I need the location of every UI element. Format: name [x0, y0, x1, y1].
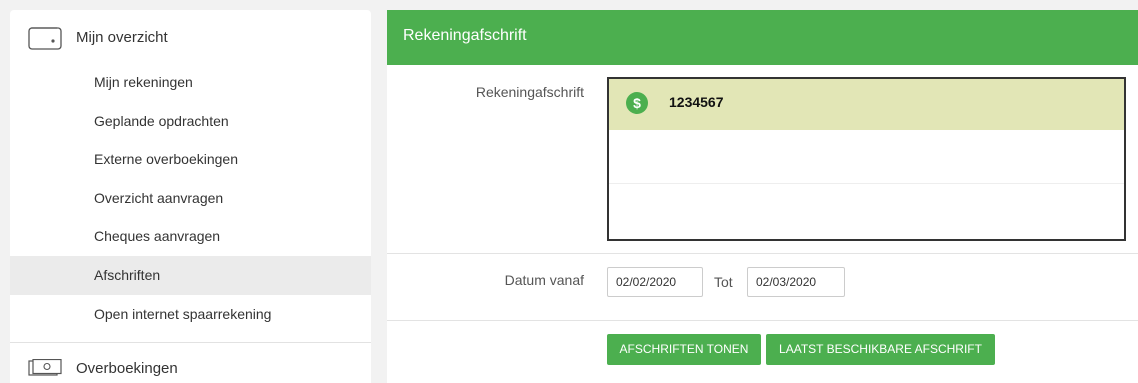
sidebar-footer-label: Overboekingen — [76, 360, 178, 377]
statement-panel: Rekeningafschrift Rekeningafschrift $ 12… — [387, 10, 1138, 383]
wallet-icon — [28, 27, 62, 50]
sidebar-header-mijn-overzicht[interactable]: Mijn overzicht — [10, 10, 371, 63]
panel-title: Rekeningafschrift — [387, 10, 1138, 65]
date-from-input[interactable]: 02/02/2020 — [607, 267, 703, 297]
dollar-icon: $ — [626, 92, 648, 114]
date-to-input[interactable]: 02/03/2020 — [747, 267, 845, 297]
sidebar-item-externe-overboekingen[interactable]: Externe overboekingen — [10, 140, 371, 179]
sidebar-header-overboekingen[interactable]: Overboekingen — [10, 343, 371, 383]
account-row[interactable]: $ 1234567 — [609, 79, 1124, 130]
sidebar-item-label: Cheques aanvragen — [94, 228, 221, 245]
money-icon — [28, 359, 62, 376]
show-statements-button[interactable]: AFSCHRIFTEN TONEN — [607, 334, 761, 365]
date-to-label: Tot — [714, 274, 733, 290]
latest-statement-button[interactable]: LAATST BESCHIKBARE AFSCHRIFT — [766, 334, 995, 365]
account-list[interactable]: $ 1234567 — [607, 77, 1126, 241]
sidebar-item-cheques-aanvragen[interactable]: Cheques aanvragen — [10, 217, 371, 256]
sidebar-item-open-internet-spaarrekening[interactable]: Open internet spaarrekening — [10, 295, 371, 334]
account-number: 1234567 — [669, 94, 724, 110]
sidebar-item-mijn-rekeningen[interactable]: Mijn rekeningen — [10, 63, 371, 102]
sidebar-item-label: Geplande opdrachten — [94, 112, 229, 129]
sidebar: Mijn overzicht Mijn rekeningen Geplande … — [10, 10, 371, 383]
account-list-divider — [609, 183, 1124, 184]
sidebar-item-overzicht-aanvragen[interactable]: Overzicht aanvragen — [10, 179, 371, 218]
sidebar-item-label: Mijn rekeningen — [94, 74, 193, 90]
section-divider — [387, 253, 1138, 254]
sidebar-item-label: Externe overboekingen — [94, 151, 238, 168]
section-divider — [387, 320, 1138, 321]
sidebar-item-geplande-opdrachten[interactable]: Geplande opdrachten — [10, 102, 371, 141]
date-from-label: Datum vanaf — [504, 272, 584, 288]
sidebar-item-label: Afschriften — [94, 266, 161, 283]
account-label: Rekeningafschrift — [475, 84, 584, 100]
sidebar-item-label: Open internet spaarrekening — [94, 305, 272, 322]
sidebar-item-label: Overzicht aanvragen — [94, 189, 224, 206]
sidebar-header-label: Mijn overzicht — [76, 29, 168, 46]
sidebar-item-afschriften[interactable]: Afschriften — [10, 255, 371, 295]
